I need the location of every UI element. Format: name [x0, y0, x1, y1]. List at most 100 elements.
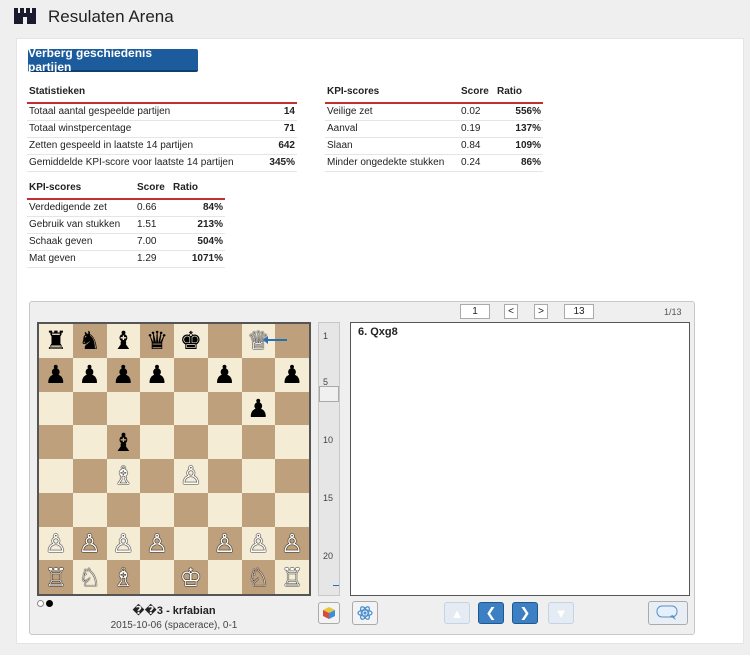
board-square[interactable]: ♙ [174, 459, 208, 493]
board-square[interactable] [241, 425, 276, 459]
board-square[interactable]: ♙ [207, 526, 242, 561]
board-square[interactable]: ♟ [72, 357, 107, 392]
board-square[interactable]: ♜ [39, 324, 73, 358]
board-square[interactable]: ♟ [140, 357, 174, 392]
board-square[interactable]: ♟ [106, 357, 141, 392]
board-square[interactable] [207, 425, 242, 459]
board-square[interactable] [207, 560, 242, 594]
chess-piece[interactable]: ♟ [247, 396, 269, 421]
chess-piece[interactable]: ♙ [247, 531, 269, 556]
chess-piece[interactable]: ♟ [213, 362, 235, 387]
chess-piece[interactable]: ♟ [45, 362, 67, 387]
chess-piece[interactable]: ♙ [213, 531, 235, 556]
board-square[interactable]: ♟ [207, 357, 242, 392]
board-square[interactable] [140, 560, 174, 594]
board-square[interactable] [275, 492, 309, 527]
chess-piece[interactable]: ♙ [45, 531, 67, 556]
board-square[interactable] [275, 391, 309, 426]
board-square[interactable] [106, 492, 141, 527]
board-square[interactable] [174, 391, 208, 426]
board-square[interactable]: ♙ [275, 526, 309, 561]
prev-move-button[interactable]: < [504, 304, 518, 319]
board-square[interactable] [174, 526, 208, 561]
chess-piece[interactable]: ♝ [112, 328, 134, 353]
chess-piece[interactable]: ♟ [146, 362, 168, 387]
board-square[interactable] [39, 425, 73, 459]
board-square[interactable]: ♗ [106, 459, 141, 493]
board-square[interactable] [207, 459, 242, 493]
board-square[interactable]: ♗ [106, 560, 141, 594]
board-square[interactable] [140, 391, 174, 426]
board-square[interactable] [207, 391, 242, 426]
chess-piece[interactable]: ♙ [281, 531, 303, 556]
board-square[interactable]: ♖ [275, 560, 309, 594]
board-square[interactable]: ♘ [72, 560, 107, 594]
board-square[interactable]: ♟ [39, 357, 73, 392]
first-move-button[interactable]: 1 [460, 304, 490, 319]
chess-piece[interactable]: ♖ [45, 565, 67, 590]
down-arrow-icon[interactable]: ▼ [548, 602, 574, 624]
board-square[interactable] [241, 459, 276, 493]
board-square[interactable] [72, 391, 107, 426]
board-square[interactable] [275, 425, 309, 459]
board-square[interactable] [275, 459, 309, 493]
board-square[interactable] [39, 459, 73, 493]
board-square[interactable]: ♙ [140, 526, 174, 561]
chess-piece[interactable]: ♟ [112, 362, 134, 387]
board-square[interactable] [207, 324, 242, 358]
board-square[interactable] [174, 425, 208, 459]
board-square[interactable] [174, 492, 208, 527]
last-move-button[interactable]: 13 [564, 304, 594, 319]
board-square[interactable]: ♘ [241, 560, 276, 594]
comment-icon[interactable] [648, 601, 688, 625]
chess-piece[interactable]: ♔ [180, 565, 202, 590]
chess-piece[interactable]: ♜ [45, 328, 67, 353]
board-square[interactable]: ♙ [72, 526, 107, 561]
chess-piece[interactable]: ♘ [247, 565, 269, 590]
chevron-left-icon[interactable]: ❮ [478, 602, 504, 624]
move-scroller[interactable]: 1 5 10 15 20 [318, 322, 340, 596]
board-square[interactable] [106, 391, 141, 426]
board-square[interactable]: ♙ [106, 526, 141, 561]
chess-piece[interactable]: ♟ [78, 362, 100, 387]
board-square[interactable] [39, 492, 73, 527]
board-square[interactable]: ♚ [174, 324, 208, 358]
toggle-history-button[interactable]: Verberg geschiedenis partijen [28, 46, 198, 74]
board-square[interactable] [72, 459, 107, 493]
board-square[interactable] [207, 492, 242, 527]
current-move[interactable]: 6. Qxg8 [358, 326, 398, 338]
board-square[interactable]: ♞ [72, 324, 107, 358]
next-move-button[interactable]: > [534, 304, 548, 319]
board-square[interactable]: ♝ [106, 425, 141, 459]
board-square[interactable]: ♝ [106, 324, 141, 358]
chess-piece[interactable]: ♙ [78, 531, 100, 556]
board-square[interactable]: ♔ [174, 560, 208, 594]
chess-piece[interactable]: ♝ [112, 430, 134, 455]
scroller-handle[interactable] [319, 386, 339, 402]
chess-board[interactable]: ♜ ♞ ♝ ♛ ♚ ♕ ♟ ♟ ♟ ♟ ♟ ♟ ♟ ♝ ♗ ♙ ♙ ♙ ♙ ♙ ♙ ♙ ♙ ♖ ♘ ♗ ♔ ♘ ♖ [37, 322, 311, 596]
chevron-right-icon[interactable]: ❯ [512, 602, 538, 624]
chess-piece[interactable]: ♙ [146, 531, 168, 556]
chess-piece[interactable]: ♘ [78, 565, 100, 590]
chess-piece[interactable]: ♚ [180, 328, 202, 353]
board-square[interactable]: ♛ [140, 324, 174, 358]
board-square[interactable]: ♟ [275, 357, 309, 392]
board-square[interactable] [39, 391, 73, 426]
chess-piece[interactable]: ♗ [112, 463, 134, 488]
board-square[interactable] [140, 459, 174, 493]
board-square[interactable] [140, 492, 174, 527]
chess-piece[interactable]: ♖ [281, 565, 303, 590]
engine-icon[interactable] [352, 601, 378, 625]
board-square[interactable] [174, 357, 208, 392]
board-square[interactable] [140, 425, 174, 459]
chess-piece[interactable]: ♟ [281, 362, 303, 387]
board-square[interactable] [241, 357, 276, 392]
chess-piece[interactable]: ♙ [112, 531, 134, 556]
board-square[interactable]: ♟ [241, 391, 276, 426]
chess-piece[interactable]: ♙ [180, 463, 202, 488]
board-square[interactable]: ♖ [39, 560, 73, 594]
board-square[interactable]: ♙ [39, 526, 73, 561]
board-square[interactable] [241, 492, 276, 527]
chess-piece[interactable]: ♗ [112, 565, 134, 590]
board-square[interactable] [72, 492, 107, 527]
